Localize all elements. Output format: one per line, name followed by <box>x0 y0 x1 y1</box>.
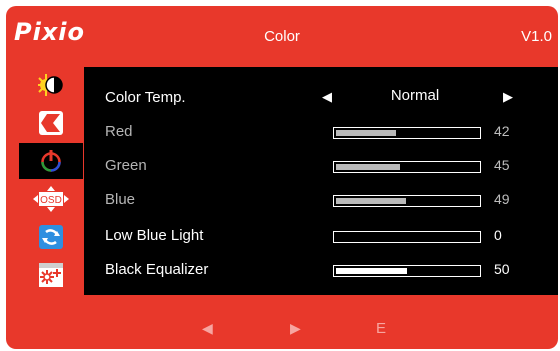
blue-slider[interactable] <box>333 195 481 207</box>
version-label: V1.0 <box>521 28 552 45</box>
red-row[interactable]: Red 42 <box>84 113 558 147</box>
color-temp-row[interactable]: Color Temp. ◀ Normal ▶ <box>84 79 558 113</box>
sidebar-item-osd[interactable]: OSD <box>19 181 83 217</box>
osd-window: Pixio Color V1.0 OSD Color Temp. ◀ Norma… <box>6 6 558 349</box>
blue-slider-fill <box>336 198 406 204</box>
green-value: 45 <box>494 157 510 173</box>
green-slider-fill <box>336 164 400 170</box>
blue-row[interactable]: Blue 49 <box>84 181 558 215</box>
color-temp-label: Color Temp. <box>105 89 186 106</box>
input-source-icon <box>39 111 63 135</box>
green-slider[interactable] <box>333 161 481 173</box>
osd-icon-label: OSD <box>40 195 62 206</box>
sidebar-item-color[interactable] <box>19 143 83 179</box>
footer-left-button[interactable]: ◀ <box>202 320 213 337</box>
other-settings-icon <box>39 263 63 287</box>
green-label: Green <box>105 157 147 174</box>
page-title: Color <box>264 28 300 45</box>
reset-icon <box>39 225 63 249</box>
osd-footer: ◀ ▶ E <box>6 296 558 349</box>
footer-exit-button[interactable]: E <box>376 320 386 337</box>
black-equalizer-value: 50 <box>494 261 510 277</box>
black-equalizer-row[interactable]: Black Equalizer 50 <box>84 251 558 285</box>
footer-right-button[interactable]: ▶ <box>290 320 301 337</box>
blue-label: Blue <box>105 191 136 208</box>
black-equalizer-slider[interactable] <box>333 265 481 277</box>
color-icon <box>41 150 61 172</box>
osd-sidebar: OSD <box>19 67 83 295</box>
color-settings-panel: Color Temp. ◀ Normal ▶ Red 42 Green 45 B… <box>84 67 558 295</box>
brightness-contrast-icon <box>38 74 63 96</box>
sidebar-item-brightness-contrast[interactable] <box>19 67 83 103</box>
black-equalizer-label: Black Equalizer <box>105 261 209 278</box>
sidebar-item-reset[interactable] <box>19 219 83 255</box>
color-temp-right-arrow[interactable]: ▶ <box>503 89 513 105</box>
low-blue-light-value: 0 <box>494 227 502 243</box>
low-blue-light-label: Low Blue Light <box>105 227 204 244</box>
black-equalizer-slider-fill <box>336 268 407 274</box>
low-blue-light-slider[interactable] <box>333 231 481 243</box>
osd-header: Pixio Color V1.0 <box>6 6 558 60</box>
sidebar-item-other[interactable] <box>19 257 83 293</box>
color-temp-left-arrow[interactable]: ◀ <box>322 89 332 105</box>
red-slider[interactable] <box>333 127 481 139</box>
osd-settings-icon: OSD <box>33 186 69 212</box>
blue-value: 49 <box>494 191 510 207</box>
low-blue-light-row[interactable]: Low Blue Light 0 <box>84 217 558 251</box>
sidebar-item-input-source[interactable] <box>19 105 83 141</box>
color-temp-value: Normal <box>390 87 440 104</box>
red-slider-fill <box>336 130 396 136</box>
green-row[interactable]: Green 45 <box>84 147 558 181</box>
red-value: 42 <box>494 123 510 139</box>
red-label: Red <box>105 123 133 140</box>
